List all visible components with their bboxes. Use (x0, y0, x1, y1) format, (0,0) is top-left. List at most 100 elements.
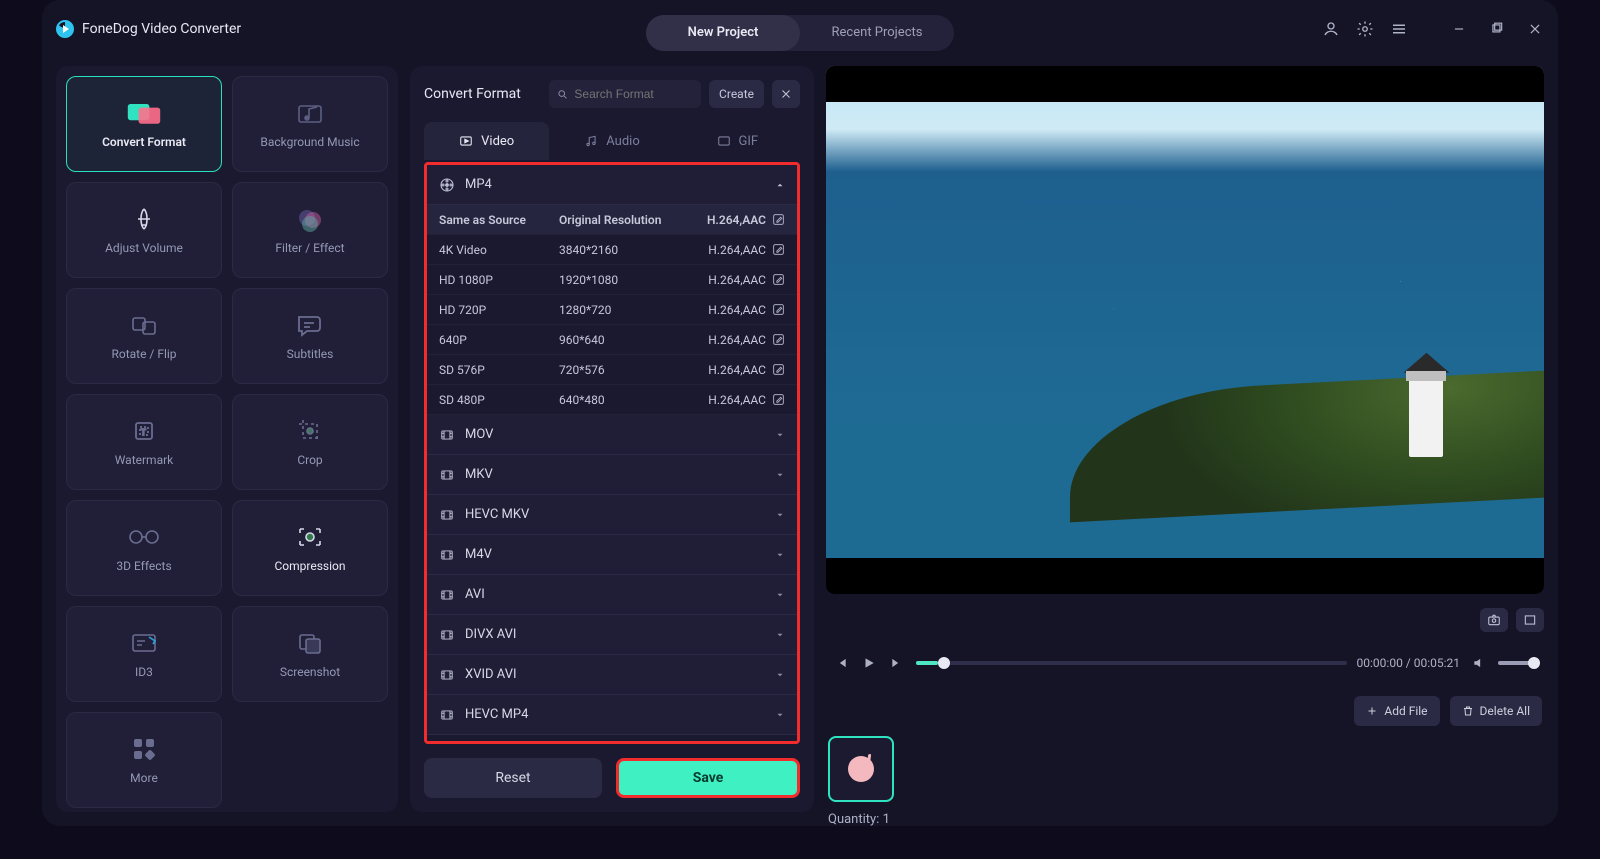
preset-name: HD 720P (439, 303, 559, 317)
sidebar-item-screenshot[interactable]: Screenshot (232, 606, 388, 702)
queue-item[interactable] (828, 736, 894, 802)
delete-all-button[interactable]: Delete All (1450, 696, 1542, 726)
add-file-button[interactable]: Add File (1354, 696, 1439, 726)
format-list[interactable]: MP4 Same as SourceOriginal ResolutionH.26… (424, 162, 800, 744)
format-group-xvid-avi[interactable]: XVID AVI (427, 655, 797, 695)
format-group-mp4[interactable]: MP4 (427, 165, 797, 205)
convert-format-icon (126, 99, 162, 127)
reel-icon (439, 177, 455, 193)
gif-icon (717, 134, 731, 148)
format-tab-audio[interactable]: Audio (549, 122, 674, 160)
sidebar-item-compression[interactable]: Compression (232, 500, 388, 596)
format-group-hevc-mkv[interactable]: HEVC MKV (427, 495, 797, 535)
video-icon (459, 134, 473, 148)
preset-resolution: 960*640 (559, 333, 699, 347)
search-input[interactable] (574, 87, 693, 101)
sidebar-item-label: Subtitles (287, 347, 334, 361)
chevron-down-icon (775, 590, 785, 600)
edit-icon (772, 213, 785, 226)
format-row[interactable]: 4K Video3840*2160H.264,AAC (427, 235, 797, 265)
sidebar-item-3d-effects[interactable]: 3D Effects (66, 500, 222, 596)
video-preview[interactable] (826, 66, 1544, 594)
right-panel: 00:00:00 / 00:05:21 Add File Delete All (826, 66, 1544, 812)
tab-recent-projects[interactable]: Recent Projects (800, 15, 954, 51)
sidebar-item-crop[interactable]: Crop (232, 394, 388, 490)
tab-new-project[interactable]: New Project (646, 15, 800, 51)
sidebar-item-subtitles[interactable]: Subtitles (232, 288, 388, 384)
search-icon (557, 88, 568, 101)
close-window-icon[interactable] (1526, 20, 1544, 38)
progress-bar[interactable] (916, 661, 1347, 665)
edit-preset-button[interactable] (772, 213, 785, 226)
sidebar-item-background-music[interactable]: Background Music (232, 76, 388, 172)
close-icon (780, 88, 792, 100)
sidebar-item-more[interactable]: More (66, 712, 222, 808)
format-group-label: HEVC MP4 (465, 707, 528, 722)
format-group-hevc-mp4[interactable]: HEVC MP4 (427, 695, 797, 735)
snapshot-button[interactable] (1480, 608, 1508, 632)
format-row[interactable]: HD 1080P1920*1080H.264,AAC (427, 265, 797, 295)
edit-preset-button[interactable] (772, 333, 785, 346)
id3-icon (126, 629, 162, 657)
format-group-avi[interactable]: AVI (427, 575, 797, 615)
format-group-divx-avi[interactable]: DIVX AVI (427, 615, 797, 655)
settings-icon[interactable] (1356, 20, 1374, 38)
create-button[interactable]: Create (709, 80, 764, 108)
format-tab-gif[interactable]: GIF (675, 122, 800, 160)
format-tab-video[interactable]: Video (424, 122, 549, 160)
preset-name: 640P (439, 333, 559, 347)
save-button[interactable]: Save (616, 758, 800, 798)
sidebar-item-filter-effect[interactable]: Filter / Effect (232, 182, 388, 278)
file-queue: Add File Delete All Quantity: 1 (826, 690, 1544, 812)
format-row[interactable]: SD 480P640*480H.264,AAC (427, 385, 797, 415)
play-button[interactable] (860, 654, 878, 672)
titlebar-actions (1322, 20, 1544, 38)
format-group-label: MP4 (465, 177, 492, 192)
film-icon (439, 668, 455, 682)
edit-preset-button[interactable] (772, 303, 785, 316)
prev-button[interactable] (832, 654, 850, 672)
format-group-mov[interactable]: MOV (427, 415, 797, 455)
background-music-icon (292, 99, 328, 127)
edit-preset-button[interactable] (772, 393, 785, 406)
volume-icon[interactable] (1470, 654, 1488, 672)
reset-button[interactable]: Reset (424, 758, 602, 798)
audio-icon (584, 134, 598, 148)
format-row[interactable]: 640P960*640H.264,AAC (427, 325, 797, 355)
screenshot-icon (292, 629, 328, 657)
edit-icon (772, 303, 785, 316)
menu-icon[interactable] (1390, 20, 1408, 38)
edit-preset-button[interactable] (772, 273, 785, 286)
fullscreen-button[interactable] (1516, 608, 1544, 632)
search-format[interactable] (549, 80, 701, 108)
account-icon[interactable] (1322, 20, 1340, 38)
format-group-mkv[interactable]: MKV (427, 455, 797, 495)
format-row[interactable]: SD 576P720*576H.264,AAC (427, 355, 797, 385)
crop-icon (292, 417, 328, 445)
sidebar-item-adjust-volume[interactable]: Adjust Volume (66, 182, 222, 278)
minimize-icon[interactable] (1450, 20, 1468, 38)
sidebar-item-label: Watermark (115, 453, 174, 467)
edit-icon (772, 273, 785, 286)
sidebar-item-rotate-flip[interactable]: Rotate / Flip (66, 288, 222, 384)
preset-name: 4K Video (439, 243, 559, 257)
format-row[interactable]: HD 720P1280*720H.264,AAC (427, 295, 797, 325)
sidebar-item-label: Rotate / Flip (111, 347, 176, 361)
sidebar-item-convert-format[interactable]: Convert Format (66, 76, 222, 172)
filter-effect-icon (292, 205, 328, 233)
next-button[interactable] (888, 654, 906, 672)
sidebar-item-label: Crop (297, 453, 322, 467)
maximize-icon[interactable] (1488, 20, 1506, 38)
sidebar-item-watermark[interactable]: TWatermark (66, 394, 222, 490)
preset-codec: H.264,AAC (708, 363, 766, 377)
format-group-m4v[interactable]: M4V (427, 535, 797, 575)
format-row[interactable]: Same as SourceOriginal ResolutionH.264,A… (427, 205, 797, 235)
edit-preset-button[interactable] (772, 243, 785, 256)
volume-slider[interactable] (1498, 661, 1538, 665)
preset-codec: H.264,AAC (708, 303, 766, 317)
plus-icon (1366, 705, 1378, 717)
close-panel-button[interactable] (772, 80, 800, 108)
sidebar-item-id3[interactable]: ID3 (66, 606, 222, 702)
sidebar-item-label: Adjust Volume (105, 241, 183, 255)
edit-preset-button[interactable] (772, 363, 785, 376)
